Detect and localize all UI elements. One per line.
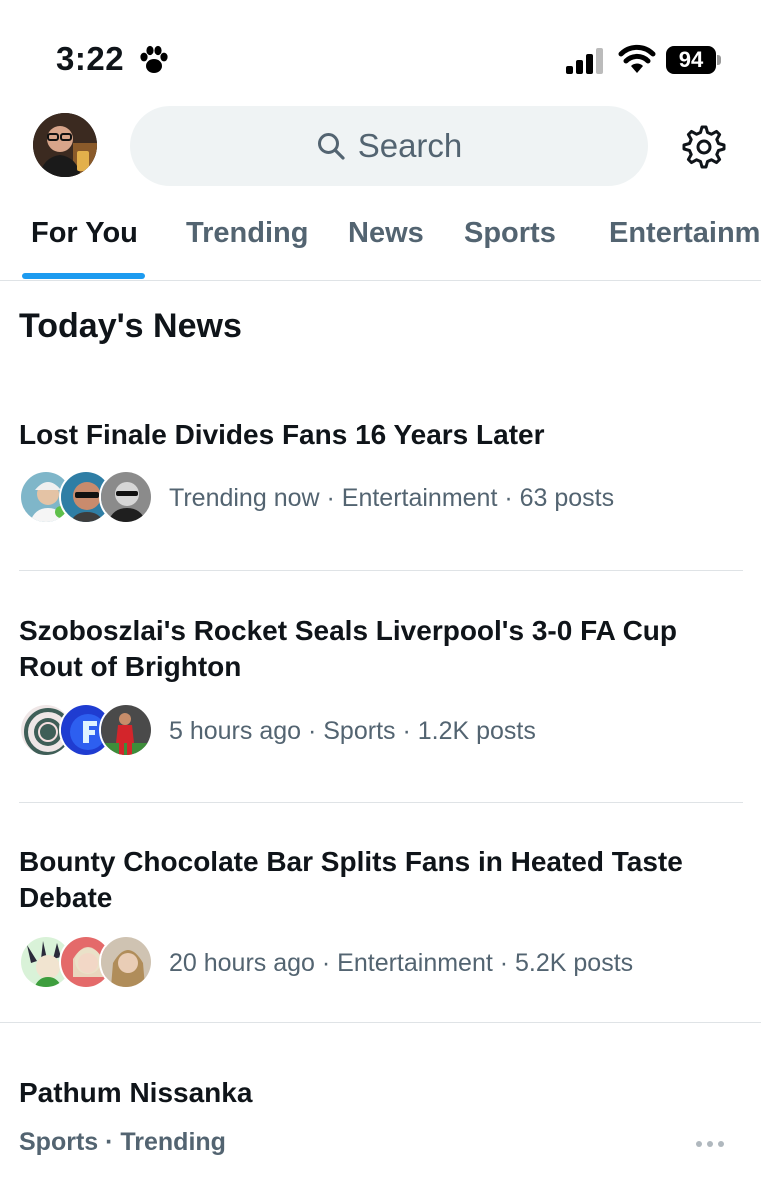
status-bar: 3:22 94 (0, 0, 761, 100)
search-icon (317, 133, 345, 160)
news-meta-text: 20 hours ago · Entertainment · 5.2K post… (169, 948, 634, 977)
tab-trending[interactable]: Trending (186, 217, 308, 250)
divider (19, 802, 743, 803)
battery-level: 94 (666, 46, 716, 74)
battery-cap (717, 55, 721, 65)
trend-subtitle: Sports · Trending (19, 1128, 226, 1156)
tab-for-you[interactable]: For You (31, 217, 138, 250)
trend-title[interactable]: Pathum Nissanka (19, 1077, 252, 1109)
avatar (99, 470, 153, 524)
news-item[interactable]: Bounty Chocolate Bar Splits Fans in Heat… (0, 844, 761, 1020)
news-headline: Szoboszlai's Rocket Seals Liverpool's 3-… (19, 615, 678, 682)
search-placeholder: Search (357, 127, 463, 164)
avatar-stack (19, 703, 153, 759)
wifi-icon (618, 44, 656, 73)
news-headline: Bounty Chocolate Bar Splits Fans in Heat… (19, 846, 683, 913)
news-item[interactable]: Lost Finale Divides Fans 16 Years Later … (0, 417, 761, 567)
active-tab-indicator (22, 273, 145, 279)
divider (19, 570, 743, 571)
more-options-icon[interactable] (694, 1138, 726, 1150)
tab-sports[interactable]: Sports (464, 217, 556, 250)
tab-entertainment[interactable]: Entertainm (609, 217, 760, 250)
tab-bar: For You Trending News Sports Entertainm (0, 200, 761, 281)
news-meta: Trending now · Entertainment · 63 posts (19, 470, 614, 526)
news-meta-text: 5 hours ago · Sports · 1.2K posts (169, 716, 536, 745)
status-time: 3:22 (56, 40, 125, 77)
signal-icon (566, 48, 603, 74)
avatar-stack (19, 935, 153, 991)
paw-icon (140, 45, 168, 73)
news-item[interactable]: Szoboszlai's Rocket Seals Liverpool's 3-… (0, 613, 761, 799)
section-title: Today's News (19, 307, 242, 345)
divider (0, 1022, 761, 1023)
news-meta-text: Trending now · Entertainment · 63 posts (169, 483, 615, 512)
avatar-image (33, 113, 97, 177)
avatar-stack (19, 470, 153, 526)
battery-icon: 94 (666, 46, 722, 74)
avatar[interactable] (33, 113, 97, 177)
search-bar[interactable]: Search (130, 106, 648, 186)
news-meta: 20 hours ago · Entertainment · 5.2K post… (19, 935, 633, 991)
avatar (99, 703, 153, 757)
gear-icon[interactable] (680, 123, 728, 171)
news-headline: Lost Finale Divides Fans 16 Years Later (19, 419, 545, 450)
news-meta: 5 hours ago · Sports · 1.2K posts (19, 703, 536, 759)
avatar (99, 935, 153, 989)
tab-news[interactable]: News (348, 217, 424, 250)
